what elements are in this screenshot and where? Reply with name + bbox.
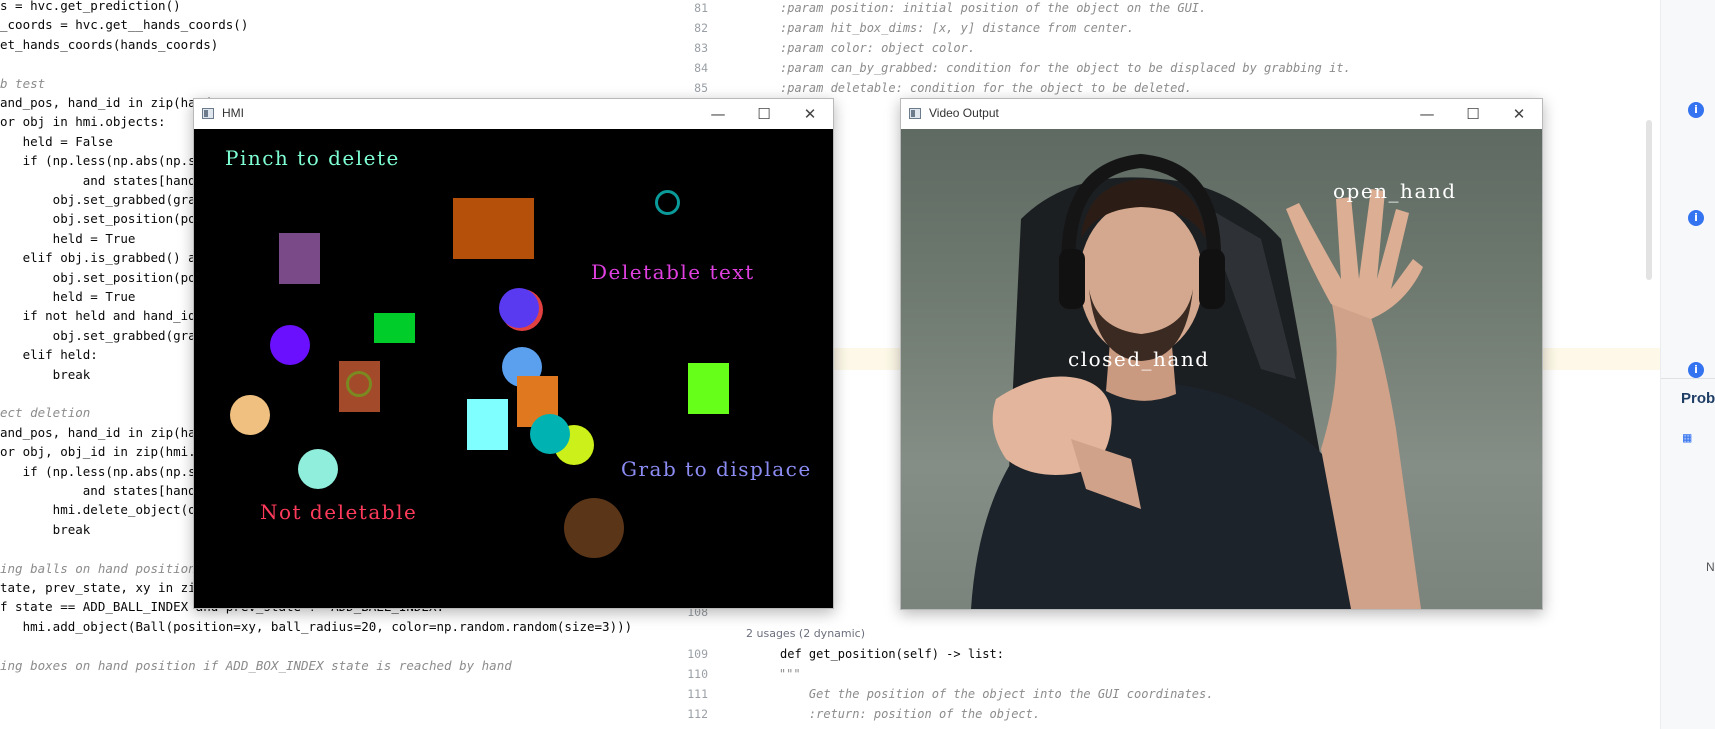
open-hand-label: open_hand <box>1333 179 1457 203</box>
close-button[interactable]: ✕ <box>1496 99 1542 129</box>
docstring-line[interactable]: :param hit_box_dims: [x, y] distance fro… <box>780 18 1134 38</box>
code-line[interactable]: obj.set_grabbed(grabb <box>0 190 211 210</box>
code-comment-line[interactable]: b test <box>0 74 45 94</box>
line-number: 82 <box>694 21 708 35</box>
aqua-ball[interactable] <box>298 449 338 489</box>
deletable-text[interactable]: Deletable text <box>591 260 755 284</box>
closed-hand-label: closed_hand <box>1068 347 1210 371</box>
hmi-titlebar[interactable]: HMI — ☐ ✕ <box>194 99 833 129</box>
face <box>1079 201 1203 357</box>
docstring-line[interactable]: """ <box>750 664 801 684</box>
video-titlebar[interactable]: Video Output — ☐ ✕ <box>901 99 1542 129</box>
not-deletable-text[interactable]: Not deletable <box>260 500 417 524</box>
code-line[interactable]: and_pos, hand_id in zip(hand <box>0 93 211 113</box>
hmi-window[interactable]: HMI — ☐ ✕ Pinch to delete Deletable text… <box>193 98 834 609</box>
chocolate-ball[interactable] <box>564 498 624 558</box>
code-line[interactable]: if not held and hand_id = <box>0 306 211 326</box>
code-comment-line[interactable]: ing boxes on hand position if ADD_BOX_IN… <box>0 656 512 676</box>
code-line[interactable]: if (np.less(np.abs(np.sub <box>0 462 211 482</box>
code-line[interactable]: break <box>0 520 91 540</box>
editor-scrollbar[interactable] <box>1646 120 1652 280</box>
teal-ball[interactable] <box>530 414 570 454</box>
code-line[interactable]: held = True <box>0 229 136 249</box>
window-title: Video Output <box>929 106 999 120</box>
maximize-button[interactable]: ☐ <box>1450 99 1496 129</box>
violet-ball[interactable] <box>270 325 310 365</box>
code-line[interactable]: or obj, obj_id in zip(hmi.ob <box>0 442 211 462</box>
olive-ring[interactable] <box>346 371 372 397</box>
docstring-line[interactable]: :return: position of the object. <box>780 704 1040 724</box>
code-line[interactable]: def get_position(self) -> list: <box>780 644 1004 664</box>
minimize-button[interactable]: — <box>695 99 741 129</box>
app-icon <box>909 108 921 119</box>
code-line[interactable]: hmi.delete_object(obj <box>0 500 211 520</box>
line-number: 110 <box>687 667 708 681</box>
video-output-window[interactable]: Video Output — ☐ ✕ open_hand closed_hand <box>900 98 1543 610</box>
tan-ball[interactable] <box>230 395 270 435</box>
code-line[interactable]: obj.set_position(posi <box>0 268 211 288</box>
code-line[interactable]: s = hvc.get_prediction() <box>0 0 181 16</box>
purple-box[interactable] <box>279 233 320 284</box>
code-line[interactable]: and states[hand_i <box>0 481 211 501</box>
line-number: 109 <box>687 647 708 661</box>
code-line[interactable]: obj.set_grabbed(grabb <box>0 326 211 346</box>
line-number: 85 <box>694 81 708 95</box>
code-line[interactable]: break <box>0 365 91 385</box>
video-feed: open_hand closed_hand <box>901 129 1542 609</box>
code-line[interactable]: and_pos, hand_id in zip(hand <box>0 423 211 443</box>
code-line[interactable]: or obj in hmi.objects: <box>0 112 166 132</box>
lime-box[interactable] <box>688 363 729 414</box>
line-number: 111 <box>687 687 708 701</box>
code-line[interactable]: obj.set_position(posi <box>0 209 211 229</box>
code-comment-line[interactable]: ect deletion <box>0 403 90 423</box>
panel-letter: N <box>1706 560 1715 574</box>
code-line[interactable]: elif obj.is_grabbed() and <box>0 248 211 268</box>
window-title: HMI <box>222 106 244 120</box>
docstring-line[interactable]: Get the position of the object into the … <box>780 684 1214 704</box>
problems-panel-title[interactable]: Prob <box>1681 390 1715 407</box>
green-box[interactable] <box>374 313 415 343</box>
headphone-left-cup <box>1059 249 1085 309</box>
docstring-line[interactable]: :param deletable: condition for the obje… <box>780 78 1192 98</box>
code-line[interactable]: et_hands_coords(hands_coords) <box>0 35 218 55</box>
info-icon[interactable]: i <box>1688 102 1704 118</box>
open-hand <box>1286 189 1423 319</box>
grab-to-displace-text[interactable]: Grab to displace <box>621 457 812 481</box>
docstring-line[interactable]: :param can_by_grabbed: condition for the… <box>780 58 1351 78</box>
orange-box[interactable] <box>453 198 534 259</box>
docstring-line[interactable]: :param position: initial position of the… <box>780 0 1206 18</box>
info-icon[interactable]: i <box>1688 210 1704 226</box>
code-line[interactable]: held = True <box>0 287 136 307</box>
side-panel: i i i Prob ▦ N <box>1660 0 1715 729</box>
usages-hint[interactable]: 2 usages (2 dynamic) <box>746 624 865 644</box>
code-line[interactable]: hmi.add_object(Ball(position=xy, ball_ra… <box>0 617 633 637</box>
line-number: 83 <box>694 41 708 55</box>
code-line[interactable]: _coords = hvc.get__hands_coords() <box>0 15 248 35</box>
panel-divider <box>1661 378 1715 379</box>
code-line[interactable]: held = False <box>0 132 113 152</box>
headphone-right-cup <box>1199 249 1225 309</box>
maximize-button[interactable]: ☐ <box>741 99 787 129</box>
minimize-button[interactable]: — <box>1404 99 1450 129</box>
line-number: 112 <box>687 707 708 721</box>
code-line[interactable]: elif held: <box>0 345 98 365</box>
pinch-to-delete-text[interactable]: Pinch to delete <box>225 146 400 170</box>
app-icon <box>202 108 214 119</box>
docstring-line[interactable]: :param color: object color. <box>780 38 975 58</box>
blue-ball[interactable] <box>499 288 539 328</box>
close-button[interactable]: ✕ <box>787 99 833 129</box>
info-icon[interactable]: i <box>1688 362 1704 378</box>
line-number: 81 <box>694 1 708 15</box>
code-line[interactable]: if (np.less(np.abs(np.sub <box>0 151 211 171</box>
cyan-box[interactable] <box>467 399 508 450</box>
code-line[interactable]: and states[hand_i <box>0 171 211 191</box>
line-number: 84 <box>694 61 708 75</box>
hmi-canvas[interactable]: Pinch to delete Deletable text Grab to d… <box>194 129 833 608</box>
grid-icon[interactable]: ▦ <box>1683 430 1699 446</box>
teal-ring[interactable] <box>655 190 680 215</box>
